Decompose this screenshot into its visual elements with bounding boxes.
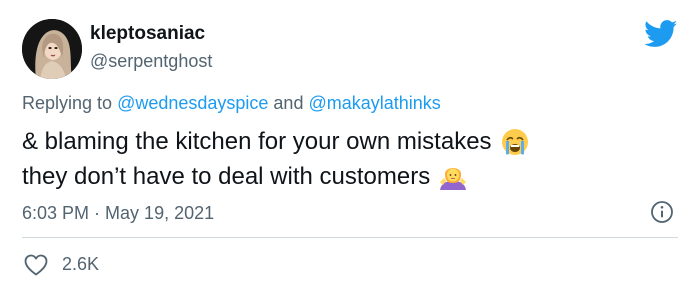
info-icon[interactable] xyxy=(650,200,674,224)
tweet-line: & blaming the kitchen for your own mista… xyxy=(22,124,530,159)
loudly-crying-face-emoji-icon xyxy=(500,127,530,157)
mention-link[interactable]: @wednesdayspice xyxy=(117,93,268,113)
display-name[interactable]: kleptosaniac xyxy=(90,23,205,45)
avatar[interactable] xyxy=(22,19,82,79)
replying-to: Replying to @wednesdayspice and @makayla… xyxy=(22,93,441,114)
replying-conjunction: and xyxy=(268,93,309,113)
tweet-card: kleptosaniac @serpentghost Replying to @… xyxy=(0,0,700,291)
replying-prefix: Replying to xyxy=(22,93,118,113)
twitter-bird-icon[interactable] xyxy=(644,20,678,48)
timestamp-separator: · xyxy=(89,203,106,223)
tweet-line-text: they don’t have to deal with customers xyxy=(22,163,431,190)
avatar-image xyxy=(22,19,82,79)
tweet-text: & blaming the kitchen for your own mista… xyxy=(22,124,530,194)
timestamp[interactable]: 6:03 PM · May 19, 2021 xyxy=(22,203,214,224)
mention-link[interactable]: @makaylathinks xyxy=(308,93,440,113)
tweet-date: May 19, 2021 xyxy=(105,203,215,223)
divider xyxy=(22,237,678,238)
tweet-line-text: & blaming the kitchen for your own mista… xyxy=(22,128,492,155)
tweet-line: they don’t have to deal with customers xyxy=(22,159,530,194)
tweet-time: 6:03 PM xyxy=(22,203,90,223)
like-count[interactable]: 2.6K xyxy=(62,254,99,275)
heart-icon[interactable] xyxy=(24,254,48,276)
user-handle[interactable]: @serpentghost xyxy=(90,51,212,72)
person-shrugging-emoji-icon xyxy=(438,162,468,192)
